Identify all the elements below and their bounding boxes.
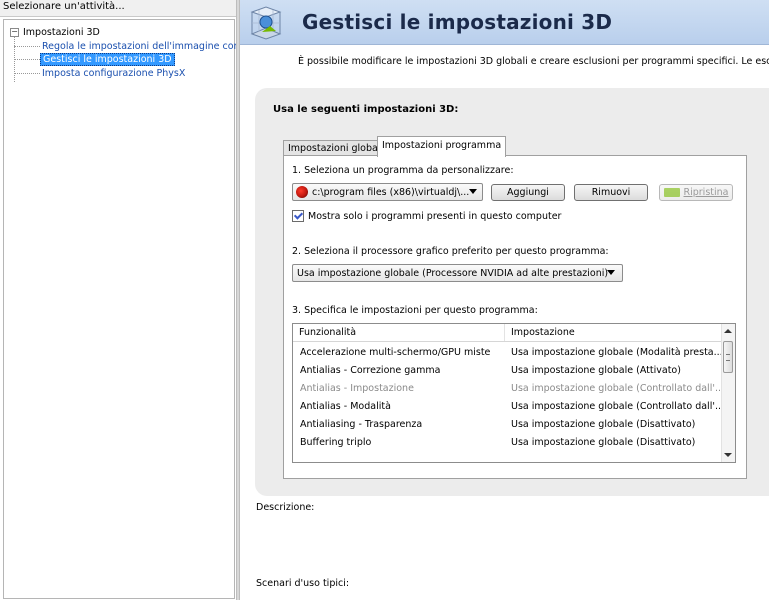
feature-cell: Buffering triplo	[300, 437, 372, 448]
program-select-value: c:\program files (x86)\virtualdj\...	[312, 186, 470, 198]
table-row[interactable]: Antialias - Modalità Usa impostazione gl…	[293, 398, 724, 416]
tree-item-physx[interactable]: Imposta configurazione PhysX	[14, 67, 187, 79]
table-header: Funzionalità Impostazione	[293, 324, 721, 342]
content-panel: Gestisci le impostazioni 3D È possibile …	[240, 0, 769, 600]
task-panel-header: Selezionare un'attività...	[0, 0, 236, 17]
description-label: Descrizione:	[256, 502, 315, 513]
remove-program-button[interactable]: Rimuovi	[574, 184, 648, 201]
gpu-select-value: Usa impostazione globale (Processore NVI…	[297, 267, 609, 279]
program-select[interactable]: c:\program files (x86)\virtualdj\...	[292, 183, 483, 201]
only-installed-checkbox[interactable]	[292, 210, 304, 222]
feature-cell: Antialias - Modalità	[300, 401, 391, 412]
add-program-button[interactable]: Aggiungi	[491, 184, 565, 201]
column-header-funzionalita[interactable]: Funzionalità	[293, 324, 503, 341]
table-scrollbar[interactable]	[721, 324, 735, 462]
tree-root-label: Impostazioni 3D	[23, 26, 100, 38]
feature-cell: Antialiasing - Trasparenza	[300, 419, 423, 430]
tab-panel-program: 1. Seleziona un programma da personalizz…	[283, 155, 747, 479]
nvidia-icon	[663, 188, 680, 197]
restore-button-label: Ripristina	[683, 187, 729, 198]
3d-settings-icon	[250, 6, 282, 40]
scroll-up-icon[interactable]	[724, 329, 732, 333]
table-row[interactable]: Buffering triplo Usa impostazione global…	[293, 434, 721, 452]
setting-cell[interactable]: Usa impostazione globale (Controllato da…	[504, 383, 725, 394]
only-installed-label: Mostra solo i programmi presenti in ques…	[308, 210, 562, 222]
usage-scenarios-label: Scenari d'uso tipici:	[256, 578, 350, 589]
table-row[interactable]: Accelerazione multi-schermo/GPU miste Us…	[293, 344, 723, 362]
step1-label: 1. Seleziona un programma da personalizz…	[292, 165, 514, 176]
tree-item-regola-immagine[interactable]: Regola le impostazioni dell'immagine con…	[14, 40, 256, 52]
restore-button[interactable]: Ripristina	[659, 184, 733, 201]
setting-cell[interactable]: Usa impostazione globale (Attivato)	[504, 365, 725, 376]
feature-cell: Antialias - Impostazione	[300, 383, 414, 394]
tree-item-gestisci-3d[interactable]: Gestisci le impostazioni 3D	[14, 52, 175, 66]
intro-text: È possibile modificare le impostazioni 3…	[298, 56, 769, 67]
settings-group: Usa le seguenti impostazioni 3D: Imposta…	[255, 88, 769, 496]
collapse-icon[interactable]: −	[10, 27, 19, 37]
tree-item-label[interactable]: Imposta configurazione PhysX	[40, 68, 187, 79]
page-title: Gestisci le impostazioni 3D	[302, 10, 613, 34]
step2-label: 2. Seleziona il processore grafico prefe…	[292, 246, 609, 257]
feature-cell: Antialias - Correzione gamma	[300, 365, 441, 376]
setting-cell[interactable]: Usa impostazione globale (Disattivato)	[504, 437, 725, 448]
page-banner: Gestisci le impostazioni 3D	[240, 0, 769, 45]
tree-item-impostazioni-3d[interactable]: − Impostazioni 3D	[10, 26, 100, 38]
setting-cell[interactable]: Usa impostazione globale (Modalità prest…	[504, 347, 725, 358]
column-header-impostazione[interactable]: Impostazione	[504, 324, 721, 341]
chevron-down-icon	[469, 189, 477, 194]
setting-cell[interactable]: Usa impostazione globale (Disattivato)	[504, 419, 725, 430]
task-panel: Selezionare un'attività... − Impostazion…	[0, 0, 254, 600]
scroll-down-icon[interactable]	[724, 453, 732, 457]
virtualdj-icon	[296, 186, 308, 198]
task-tree: − Impostazioni 3D Regola le impostazioni…	[3, 19, 254, 599]
feature-settings-table[interactable]: Funzionalità Impostazione Accelerazione …	[292, 323, 736, 463]
tree-item-label[interactable]: Regola le impostazioni dell'immagine con…	[40, 41, 256, 52]
table-row[interactable]: Antialias - Impostazione Usa impostazion…	[293, 380, 724, 398]
gpu-select[interactable]: Usa impostazione globale (Processore NVI…	[292, 264, 623, 282]
settings-heading: Usa le seguenti impostazioni 3D:	[273, 104, 459, 115]
only-installed-programs-option[interactable]: Mostra solo i programmi presenti in ques…	[292, 210, 561, 222]
tree-item-label[interactable]: Gestisci le impostazioni 3D	[40, 52, 175, 66]
table-row[interactable]: Antialias - Correzione gamma Usa imposta…	[293, 362, 721, 380]
feature-cell: Accelerazione multi-schermo/GPU miste	[300, 347, 491, 358]
scrollbar-thumb[interactable]	[723, 341, 733, 373]
chevron-down-icon	[607, 270, 615, 275]
setting-cell[interactable]: Usa impostazione globale (Controllato da…	[504, 401, 725, 412]
step3-label: 3. Specifica le impostazioni per questo …	[292, 305, 538, 316]
tab-impostazioni-programma[interactable]: Impostazioni programma	[377, 136, 507, 157]
table-row[interactable]: Antialiasing - Trasparenza Usa impostazi…	[293, 416, 721, 434]
